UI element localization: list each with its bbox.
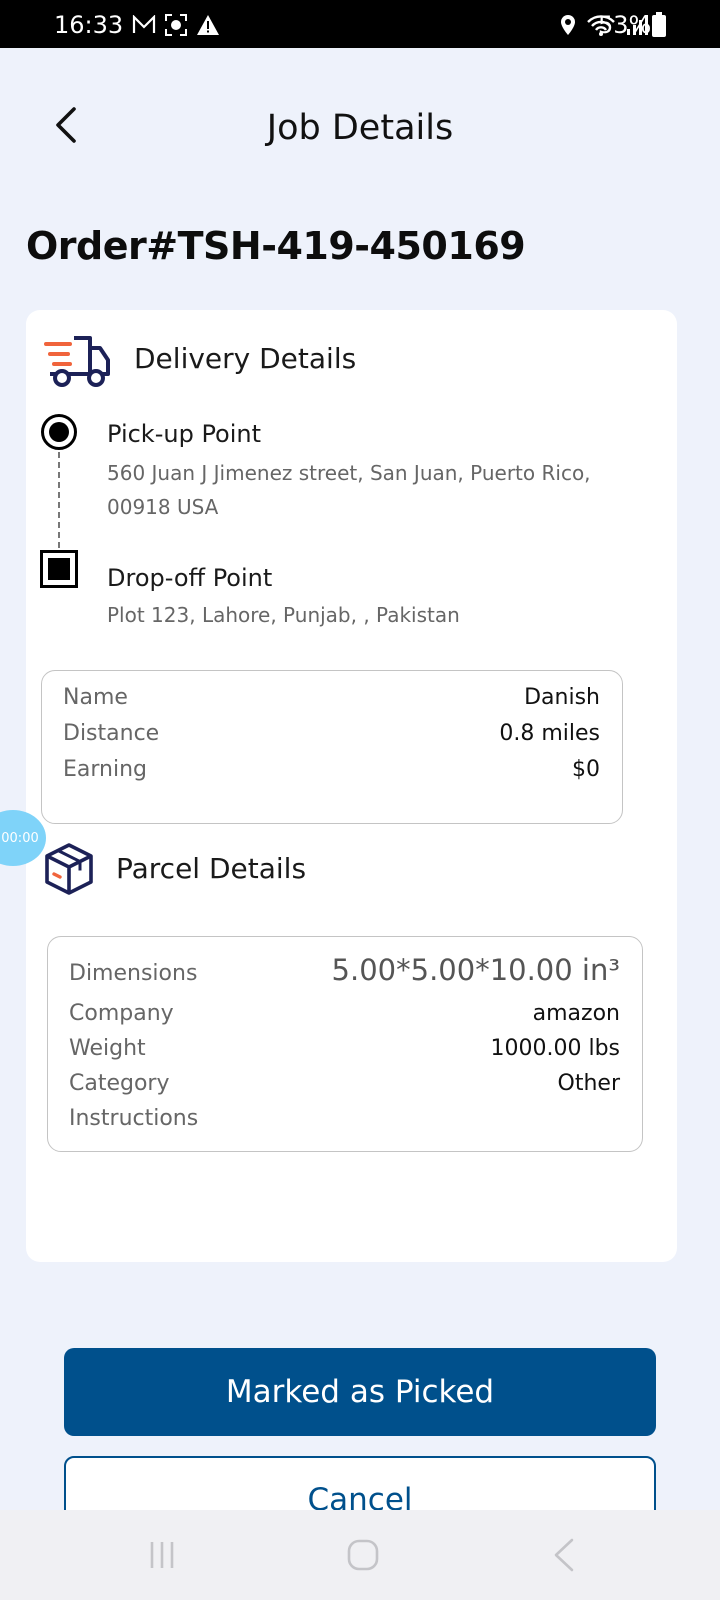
parcel-label-dimensions: Dimensions — [69, 961, 198, 986]
home-icon — [347, 1539, 379, 1571]
battery-percent: 53% — [598, 11, 652, 39]
navigation-bar — [0, 1510, 720, 1600]
info-label-earning: Earning — [63, 757, 148, 782]
parcel-label-instructions: Instructions — [69, 1106, 199, 1131]
parcel-label-company: Company — [69, 1001, 174, 1026]
mail-icon — [132, 15, 156, 33]
parcel-value-category: Other — [557, 1071, 620, 1096]
parcel-value-weight: 1000.00 lbs — [490, 1036, 620, 1061]
info-label-distance: Distance — [63, 721, 160, 746]
recent-apps-icon — [150, 1542, 174, 1568]
dropoff-address: Plot 123, Lahore, Punjab, , Pakistan — [107, 603, 460, 627]
delivery-truck-icon — [44, 336, 110, 387]
pickup-marker-icon — [41, 414, 77, 450]
route-line — [58, 452, 60, 548]
notification-icons — [132, 12, 220, 38]
marked-as-picked-button[interactable]: Marked as Picked — [64, 1348, 656, 1436]
info-value-earning: $0 — [572, 757, 600, 782]
back-arrow-icon — [554, 1538, 574, 1572]
parcel-box-icon — [45, 843, 93, 895]
dropoff-marker-icon — [40, 550, 78, 588]
parcel-value-company: amazon — [532, 1001, 620, 1026]
delivery-info-box: Name Danish Distance 0.8 miles Earning $… — [41, 670, 623, 824]
screenshot-icon — [165, 14, 187, 36]
info-value-name: Danish — [524, 685, 600, 710]
recent-apps-button[interactable] — [137, 1530, 187, 1580]
parcel-value-dimensions: 5.00*5.00*10.00 in³ — [331, 953, 620, 987]
parcel-label-category: Category — [69, 1071, 170, 1096]
page-title: Job Details — [266, 108, 454, 148]
status-bar: 16:33 53% — [0, 0, 720, 48]
parcel-label-weight: Weight — [69, 1036, 146, 1061]
parcel-details-title: Parcel Details — [116, 852, 307, 885]
warning-icon — [197, 15, 219, 35]
status-time: 16:33 — [54, 11, 124, 39]
home-button[interactable] — [338, 1530, 388, 1580]
system-back-button[interactable] — [540, 1530, 590, 1580]
location-icon — [561, 15, 575, 35]
dropoff-label: Drop-off Point — [107, 564, 273, 592]
order-id: Order#TSH-419-450169 — [26, 224, 526, 268]
pickup-address-line2: 00918 USA — [107, 495, 219, 519]
parcel-info-box: Dimensions 5.00*5.00*10.00 in³ Company a… — [47, 936, 643, 1152]
info-value-distance: 0.8 miles — [499, 721, 600, 746]
pickup-label: Pick-up Point — [107, 420, 262, 448]
battery-icon — [652, 12, 666, 37]
pickup-address-line1: 560 Juan J Jimenez street, San Juan, Pue… — [107, 461, 591, 485]
info-label-name: Name — [63, 685, 128, 710]
details-card: Delivery Details Pick-up Point 560 Juan … — [26, 310, 677, 1262]
delivery-details-title: Delivery Details — [134, 342, 357, 375]
